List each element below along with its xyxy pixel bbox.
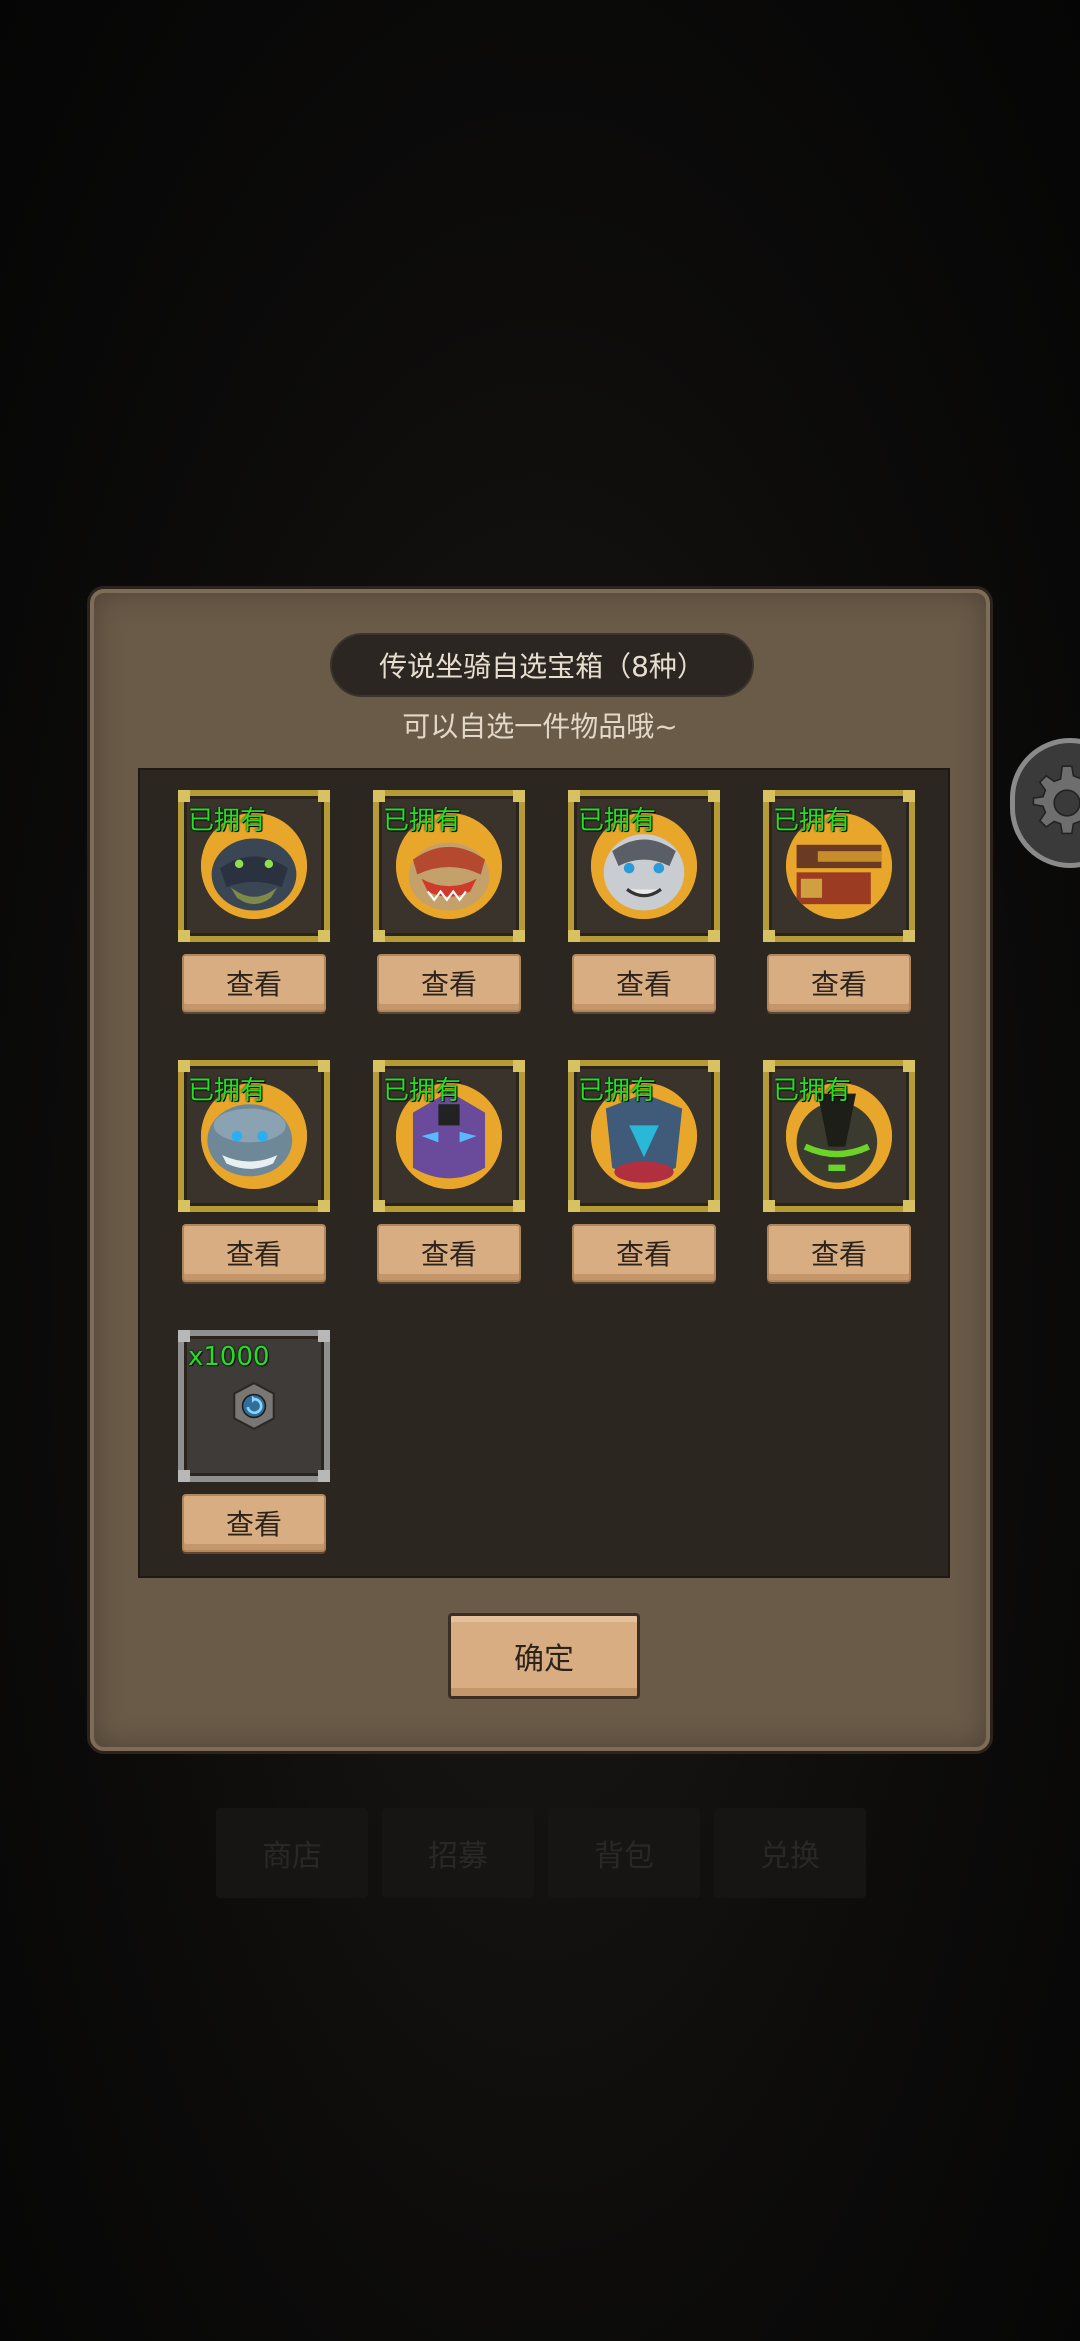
item-grid: 已拥有 查看 已拥有 查看 已拥有 查看 已拥有 查看 已拥有 查看 已拥有 查… xyxy=(138,768,950,1578)
item-slot[interactable]: x1000 查看 xyxy=(178,1330,330,1552)
background-tab: 兑换 xyxy=(714,1808,866,1898)
owned-badge: 已拥有 xyxy=(383,806,462,836)
item-frame[interactable]: x1000 xyxy=(178,1330,330,1482)
quantity-label: x1000 xyxy=(188,1342,270,1372)
view-button[interactable]: 查看 xyxy=(767,954,911,1012)
owned-badge: 已拥有 xyxy=(188,1076,267,1106)
background-tab: 背包 xyxy=(548,1808,700,1898)
view-button[interactable]: 查看 xyxy=(182,954,326,1012)
view-button[interactable]: 查看 xyxy=(182,1224,326,1282)
item-slot[interactable]: 已拥有 查看 xyxy=(568,1060,720,1282)
item-frame[interactable]: 已拥有 xyxy=(178,1060,330,1212)
item-slot[interactable]: 已拥有 查看 xyxy=(178,790,330,1012)
hexagon-token-icon xyxy=(233,1381,275,1431)
view-button[interactable]: 查看 xyxy=(572,1224,716,1282)
confirm-button[interactable]: 确定 xyxy=(448,1613,640,1699)
owned-badge: 已拥有 xyxy=(578,1076,657,1106)
item-frame[interactable]: 已拥有 xyxy=(373,790,525,942)
item-frame[interactable]: 已拥有 xyxy=(763,790,915,942)
item-frame[interactable]: 已拥有 xyxy=(373,1060,525,1212)
item-slot[interactable]: 已拥有 查看 xyxy=(763,790,915,1012)
background-tab: 商店 xyxy=(216,1808,368,1898)
item-slot[interactable]: 已拥有 查看 xyxy=(373,1060,525,1282)
owned-badge: 已拥有 xyxy=(773,806,852,836)
owned-badge: 已拥有 xyxy=(188,806,267,836)
view-button[interactable]: 查看 xyxy=(377,954,521,1012)
view-button[interactable]: 查看 xyxy=(767,1224,911,1282)
background-tab-row: 商店 招募 背包 兑换 xyxy=(216,1808,866,1898)
view-button[interactable]: 查看 xyxy=(182,1494,326,1552)
item-frame[interactable]: 已拥有 xyxy=(763,1060,915,1212)
item-slot[interactable]: 已拥有 查看 xyxy=(568,790,720,1012)
item-frame[interactable]: 已拥有 xyxy=(568,790,720,942)
item-frame[interactable]: 已拥有 xyxy=(178,790,330,942)
owned-badge: 已拥有 xyxy=(773,1076,852,1106)
dialog-subtitle: 可以自选一件物品哦~ xyxy=(402,710,678,743)
owned-badge: 已拥有 xyxy=(383,1076,462,1106)
reward-selection-dialog: 传说坐骑自选宝箱（8种） 可以自选一件物品哦~ 已拥有 查看 已拥有 查看 已拥… xyxy=(90,589,990,1751)
item-slot[interactable]: 已拥有 查看 xyxy=(763,1060,915,1282)
view-button[interactable]: 查看 xyxy=(377,1224,521,1282)
view-button[interactable]: 查看 xyxy=(572,954,716,1012)
item-frame[interactable]: 已拥有 xyxy=(568,1060,720,1212)
owned-badge: 已拥有 xyxy=(578,806,657,836)
item-slot[interactable]: 已拥有 查看 xyxy=(178,1060,330,1282)
gear-icon xyxy=(1032,765,1080,835)
dialog-title: 传说坐骑自选宝箱（8种） xyxy=(330,633,754,697)
item-slot[interactable]: 已拥有 查看 xyxy=(373,790,525,1012)
background-tab: 招募 xyxy=(382,1808,534,1898)
